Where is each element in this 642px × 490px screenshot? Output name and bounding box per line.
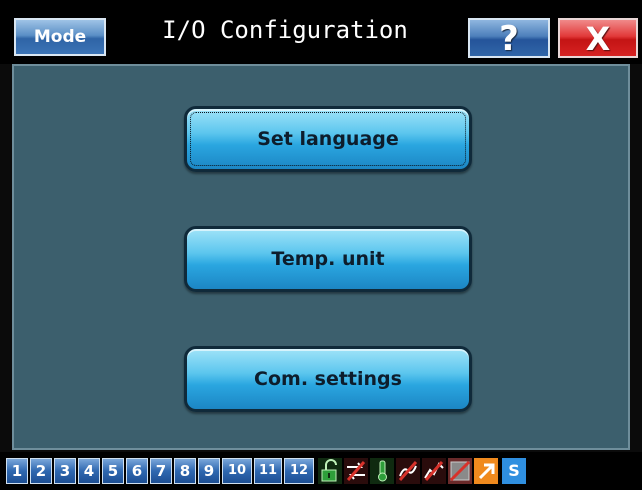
link-broken-icon[interactable] bbox=[396, 458, 420, 484]
trend-disabled-icon[interactable] bbox=[448, 458, 472, 484]
slot-button-4[interactable]: 4 bbox=[78, 458, 100, 484]
com-settings-button[interactable]: Com. settings bbox=[184, 346, 472, 412]
status-bar: 1 2 3 4 5 6 7 8 9 10 11 12 S bbox=[0, 452, 642, 490]
help-icon: ? bbox=[499, 19, 519, 59]
lock-open-icon[interactable] bbox=[318, 458, 342, 484]
title-bar: Mode I/O Configuration ? X bbox=[0, 0, 642, 64]
slot-button-10[interactable]: 10 bbox=[222, 458, 252, 484]
signal-icon[interactable] bbox=[422, 458, 446, 484]
swap-arrows-icon[interactable] bbox=[344, 458, 368, 484]
set-language-button[interactable]: Set language bbox=[184, 106, 472, 172]
thermometer-icon[interactable] bbox=[370, 458, 394, 484]
screen: Mode I/O Configuration ? X Set language … bbox=[0, 0, 642, 490]
slot-button-7[interactable]: 7 bbox=[150, 458, 172, 484]
help-button[interactable]: ? bbox=[468, 18, 550, 58]
s-badge-icon[interactable]: S bbox=[502, 458, 526, 484]
slot-button-6[interactable]: 6 bbox=[126, 458, 148, 484]
close-button[interactable]: X bbox=[558, 18, 638, 58]
slot-button-2[interactable]: 2 bbox=[30, 458, 52, 484]
slot-button-12[interactable]: 12 bbox=[284, 458, 314, 484]
slot-button-8[interactable]: 8 bbox=[174, 458, 196, 484]
slot-button-1[interactable]: 1 bbox=[6, 458, 28, 484]
arrow-up-right-icon[interactable] bbox=[474, 458, 498, 484]
slot-button-5[interactable]: 5 bbox=[102, 458, 124, 484]
slot-button-9[interactable]: 9 bbox=[198, 458, 220, 484]
slot-button-3[interactable]: 3 bbox=[54, 458, 76, 484]
s-badge-label: S bbox=[508, 461, 520, 480]
temp-unit-button[interactable]: Temp. unit bbox=[184, 226, 472, 292]
page-title: I/O Configuration bbox=[162, 16, 408, 44]
mode-button[interactable]: Mode bbox=[14, 18, 106, 56]
close-icon: X bbox=[585, 20, 611, 58]
slot-button-11[interactable]: 11 bbox=[254, 458, 282, 484]
main-panel: Set language Temp. unit Com. settings bbox=[12, 64, 630, 450]
